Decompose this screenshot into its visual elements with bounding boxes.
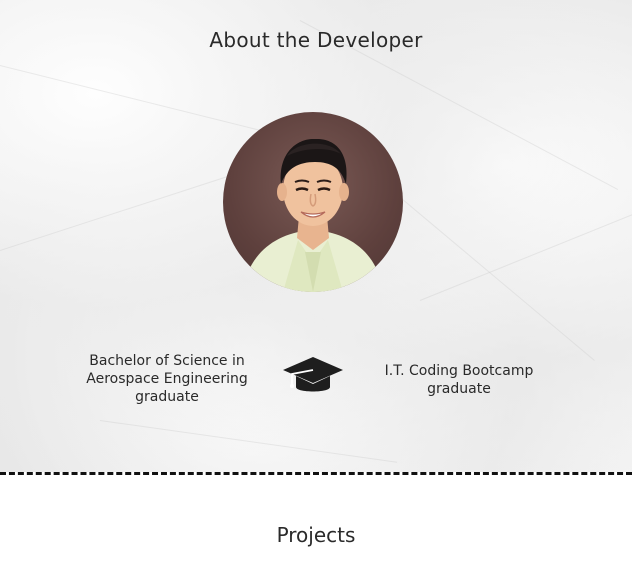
education-aerospace-text: Bachelor of Science in Aerospace Enginee… bbox=[86, 353, 248, 405]
paper-crease bbox=[419, 202, 632, 301]
section-divider bbox=[0, 472, 632, 475]
paper-crease bbox=[99, 420, 398, 463]
paper-crease bbox=[0, 60, 291, 139]
paper-crease bbox=[0, 169, 248, 251]
developer-avatar bbox=[223, 112, 403, 292]
graduation-cap-icon bbox=[282, 355, 344, 397]
paper-crease bbox=[379, 180, 595, 361]
about-title: About the Developer bbox=[209, 28, 423, 52]
projects-title: Projects bbox=[276, 523, 356, 547]
about-section: About the Developer Bachelor of Science … bbox=[0, 0, 632, 472]
developer-photo bbox=[243, 138, 383, 292]
education-bootcamp-text: I.T. Coding Bootcamp graduate bbox=[384, 363, 534, 397]
